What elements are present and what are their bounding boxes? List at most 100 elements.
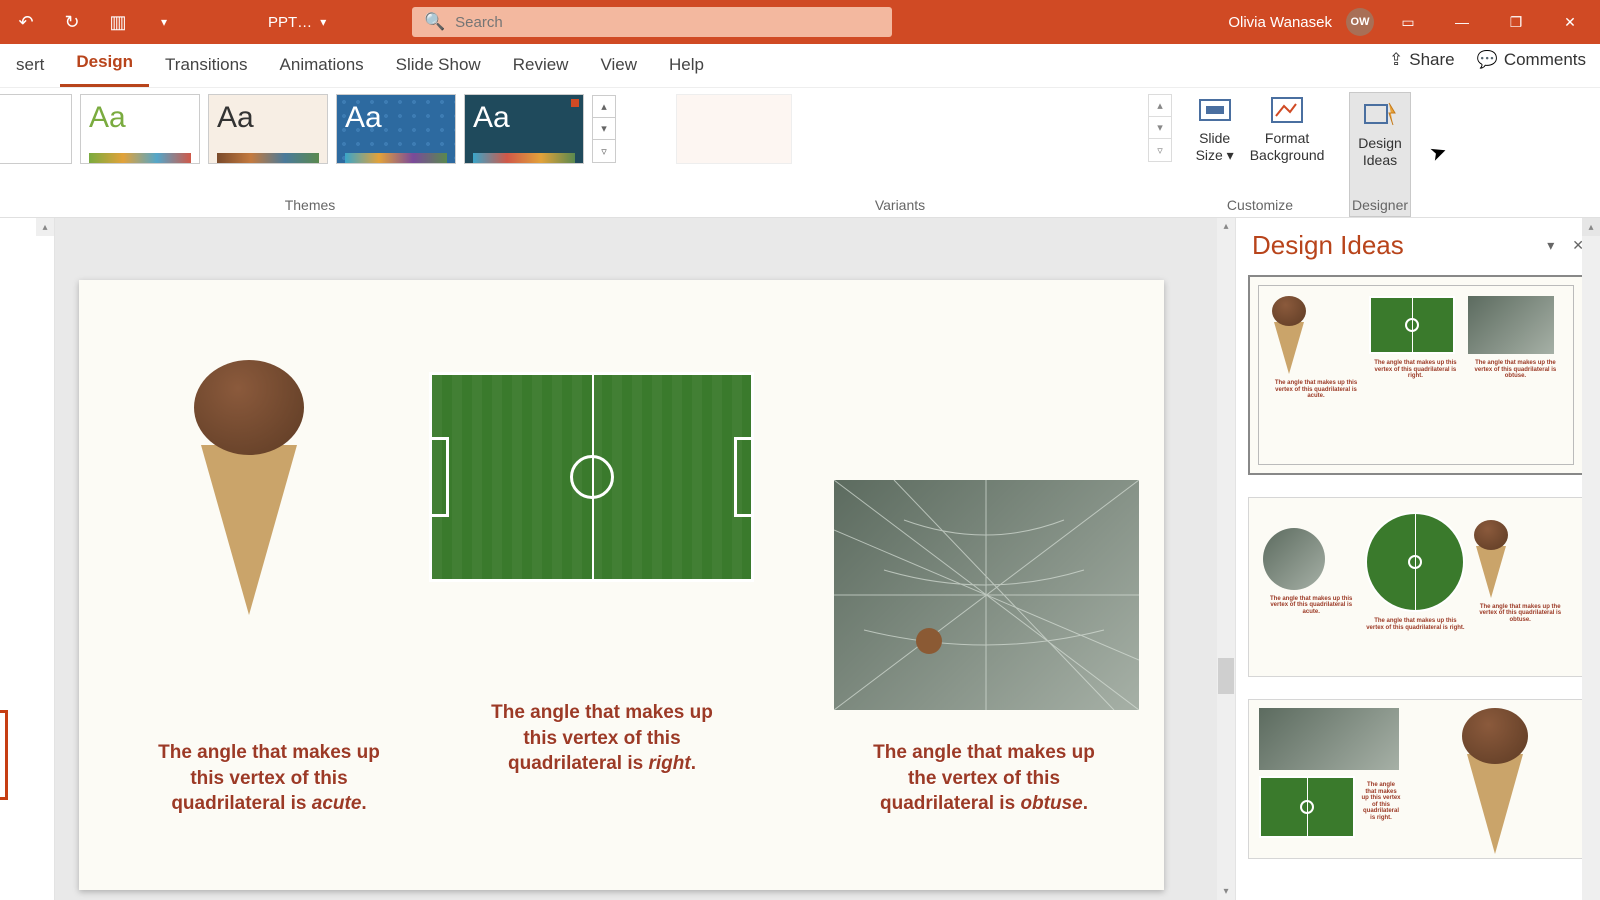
search-box[interactable]: 🔍: [412, 7, 892, 37]
share-icon: ⇪: [1389, 50, 1403, 70]
themes-group: Aa Aa Aa Aa ▴ ▾ ▿ Themes: [0, 88, 620, 217]
caption-acute[interactable]: The angle that makes up this vertex of t…: [139, 740, 399, 817]
caption-emph: obtuse: [1020, 793, 1082, 814]
thumb-scroll-up-icon[interactable]: ▴: [36, 218, 54, 236]
design-ideas-label: Design Ideas: [1358, 135, 1402, 169]
comments-label: Comments: [1504, 50, 1586, 70]
theme-thumb[interactable]: Aa: [208, 94, 328, 164]
caption-emph: right: [648, 753, 690, 774]
tab-review[interactable]: Review: [497, 45, 585, 87]
scroll-up-icon[interactable]: ▴: [1582, 218, 1600, 236]
image-ice-cream[interactable]: [169, 360, 329, 615]
theme-thumb[interactable]: Aa: [80, 94, 200, 164]
tab-transitions[interactable]: Transitions: [149, 45, 264, 87]
theme-thumb[interactable]: Aa: [336, 94, 456, 164]
minimize-icon[interactable]: —: [1442, 0, 1482, 44]
pane-title: Design Ideas: [1252, 230, 1404, 261]
close-icon[interactable]: ✕: [1550, 0, 1590, 44]
title-bar: ↶ ↻ ▥ ▾ PPT… ▾ 🔍 Olivia Wanasek OW ▭ — ❐…: [0, 0, 1600, 44]
avatar-initials: OW: [1351, 16, 1370, 28]
quick-access-toolbar: ↶ ↻ ▥ ▾: [0, 8, 178, 36]
arrow-up-icon[interactable]: ▴: [1149, 95, 1171, 117]
filename-text: PPT…: [268, 14, 312, 31]
slide-size-label: Slide Size ▾: [1196, 130, 1234, 164]
caption-emph: acute: [312, 793, 362, 814]
arrow-down-icon[interactable]: ▾: [1149, 117, 1171, 139]
format-background-label: Format Background: [1250, 130, 1325, 164]
tab-help[interactable]: Help: [653, 45, 720, 87]
scroll-up-icon[interactable]: ▴: [1223, 218, 1228, 232]
comment-icon: 💬: [1477, 50, 1498, 70]
variants-gallery-arrows[interactable]: ▴ ▾ ▿: [1148, 94, 1172, 162]
ribbon-tabs: sert Design Transitions Animations Slide…: [0, 44, 1600, 88]
share-label: Share: [1409, 50, 1454, 70]
mini-caption: The angle that makes up this vertex of t…: [1361, 782, 1401, 838]
design-ideas-pane: Design Ideas ▾ ✕ The angle that makes up…: [1235, 218, 1600, 900]
from-beginning-icon[interactable]: ▥: [104, 8, 132, 36]
maximize-icon[interactable]: ❐: [1496, 0, 1536, 44]
themes-gallery-arrows[interactable]: ▴ ▾ ▿: [592, 95, 616, 163]
qat-more-icon[interactable]: ▾: [150, 8, 178, 36]
pane-scrollbar[interactable]: ▴: [1582, 218, 1600, 900]
customize-group-label: Customize: [1180, 197, 1340, 213]
ribbon-body: Aa Aa Aa Aa ▴ ▾ ▿ Themes: [0, 88, 1600, 218]
design-idea-card[interactable]: The angle that makes up this vertex of t…: [1248, 497, 1584, 677]
pane-options-icon[interactable]: ▾: [1547, 237, 1554, 254]
work-area: ▴ ▴ ▾ The angle t: [0, 218, 1600, 900]
design-ideas-icon: [1362, 97, 1398, 133]
avatar[interactable]: OW: [1346, 8, 1374, 36]
variants-group-label: Variants: [620, 197, 1180, 213]
designer-group: Design Ideas Designer: [1340, 88, 1420, 217]
design-idea-card[interactable]: The angle that makes up this vertex of t…: [1248, 699, 1584, 859]
scroll-down-icon[interactable]: ▾: [1223, 886, 1228, 900]
variant-thumb[interactable]: [676, 94, 792, 164]
user-area: Olivia Wanasek OW ▭ — ❐ ✕: [1228, 0, 1590, 44]
mini-caption: The angle that makes up this vertex of t…: [1263, 596, 1359, 616]
caption-obtuse[interactable]: The angle that makes up the vertex of th…: [869, 740, 1099, 817]
slide[interactable]: The angle that makes up this vertex of t…: [79, 280, 1164, 890]
undo-icon[interactable]: ↶: [12, 8, 40, 36]
tab-slide-show[interactable]: Slide Show: [380, 45, 497, 87]
themes-group-label: Themes: [0, 197, 620, 213]
gallery-more-icon[interactable]: ▿: [593, 140, 615, 162]
mini-caption: The angle that makes up the vertex of th…: [1468, 360, 1563, 380]
format-background-icon: [1269, 92, 1305, 128]
mini-caption: The angle that makes up this vertex of t…: [1365, 618, 1465, 631]
ribbon-mode-icon[interactable]: ▭: [1388, 0, 1428, 44]
search-icon: 🔍: [424, 12, 445, 32]
search-input[interactable]: [455, 14, 880, 31]
slide-size-icon: [1197, 92, 1233, 128]
tab-animations[interactable]: Animations: [264, 45, 380, 87]
mini-caption: The angle that makes up this vertex of t…: [1269, 380, 1363, 400]
tab-insert[interactable]: sert: [0, 45, 60, 87]
canvas-scrollbar[interactable]: ▴ ▾: [1217, 218, 1235, 900]
chevron-down-icon: ▾: [320, 15, 326, 29]
share-button[interactable]: ⇪ Share: [1389, 50, 1455, 70]
caption-right[interactable]: The angle that makes up this vertex of t…: [487, 700, 717, 777]
ideas-list[interactable]: The angle that makes up this vertex of t…: [1236, 271, 1600, 900]
scrollbar-thumb[interactable]: [1218, 658, 1234, 694]
user-name-label: Olivia Wanasek: [1228, 14, 1332, 31]
customize-group: Slide Size ▾ Format Background Customize: [1180, 88, 1340, 217]
mini-caption: The angle that makes up this vertex of t…: [1369, 360, 1462, 380]
arrow-down-icon[interactable]: ▾: [593, 118, 615, 140]
arrow-up-icon[interactable]: ▴: [593, 96, 615, 118]
tab-view[interactable]: View: [584, 45, 653, 87]
spider-icon: [916, 628, 942, 654]
image-soccer-field[interactable]: [429, 372, 754, 582]
gallery-more-icon[interactable]: ▿: [1149, 139, 1171, 161]
mini-caption: The angle that makes up the vertex of th…: [1471, 604, 1569, 624]
design-idea-card[interactable]: The angle that makes up this vertex of t…: [1248, 275, 1584, 475]
slide-canvas-area: ▴ ▾ The angle that makes up this vertex: [55, 218, 1235, 900]
pane-header: Design Ideas ▾ ✕: [1236, 218, 1600, 271]
tab-design[interactable]: Design: [60, 42, 149, 87]
filename-dropdown[interactable]: PPT… ▾: [268, 14, 378, 31]
slide-thumbnail-strip[interactable]: ▴: [0, 218, 55, 900]
theme-thumb-current[interactable]: [0, 94, 72, 164]
image-spider-web[interactable]: [834, 480, 1139, 710]
slide-thumbnail[interactable]: [0, 710, 8, 800]
theme-thumb[interactable]: Aa: [464, 94, 584, 164]
comments-button[interactable]: 💬 Comments: [1477, 50, 1586, 70]
redo-icon[interactable]: ↻: [58, 8, 86, 36]
designer-group-label: Designer: [1340, 197, 1420, 213]
